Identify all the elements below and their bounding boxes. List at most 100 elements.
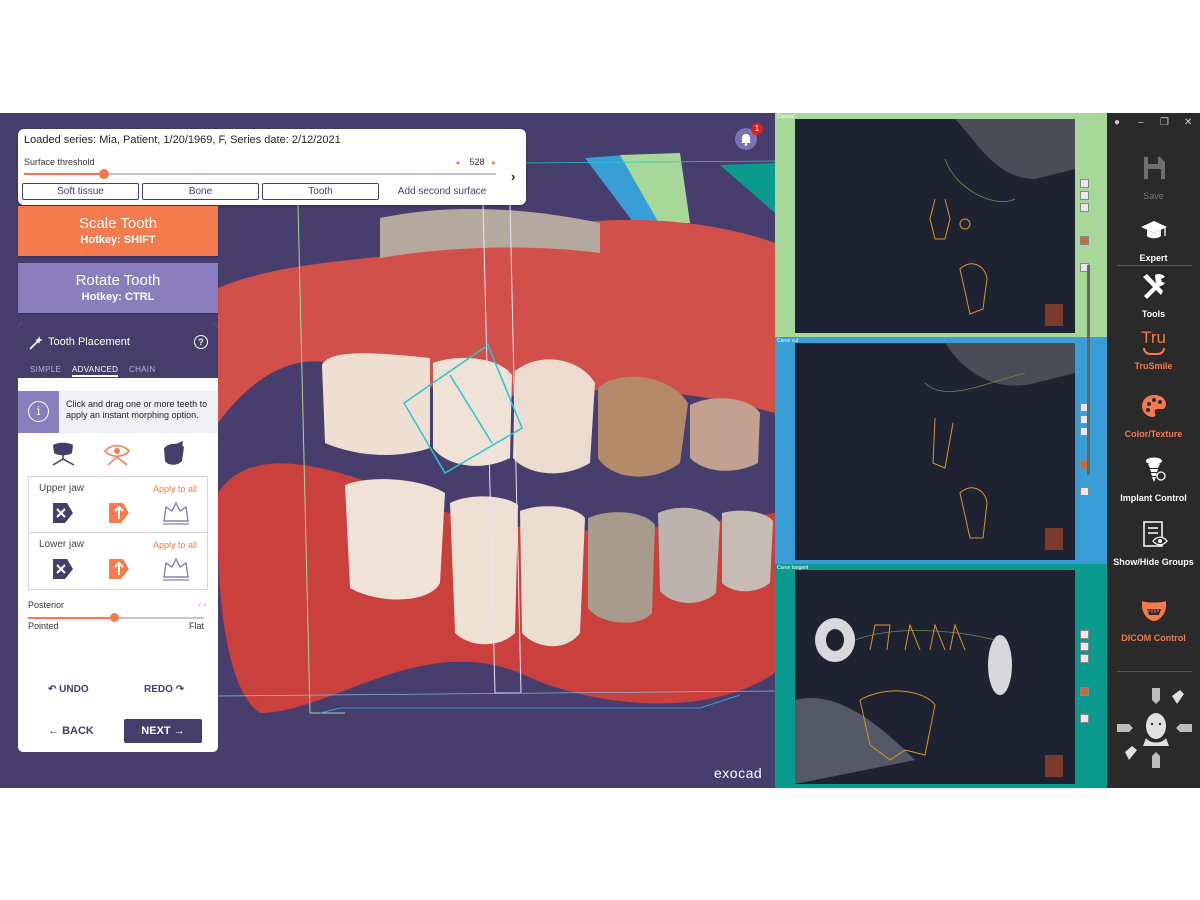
tooth-placement-title: Tooth Placement [48,336,130,348]
minimize-icon[interactable]: – [1138,117,1144,128]
save-icon [1143,157,1165,179]
threshold-label: Surface threshold [24,157,95,167]
upper-jaw-move-icon[interactable] [49,499,77,527]
ct-panel-curve-cut[interactable]: Curve cut [775,337,1107,564]
chevron-right-icon[interactable]: › [511,169,515,184]
ct-tool-1[interactable] [1080,179,1089,188]
tooth-lower-3 [520,506,585,647]
color-texture-button[interactable]: Color/Texture [1107,391,1200,440]
tab-chain[interactable]: CHAIN [129,365,155,374]
posterior-slider-fill [28,617,115,619]
ct-tool-15[interactable] [1080,714,1089,723]
ct-panel-curve-tangent[interactable]: Curve tangent [775,564,1107,788]
exocad-logo: exocad [714,765,763,781]
tooth-upper-3 [513,359,595,474]
tab-simple[interactable]: SIMPLE [30,365,61,374]
trusmile-icon: Tru [1139,328,1169,358]
undo-button[interactable]: ↶ UNDO [48,684,89,695]
implant-control-button[interactable]: Implant Control [1107,455,1200,504]
info-box: i Click and drag one or more teeth to ap… [18,391,218,433]
close-icon[interactable]: ✕ [1184,117,1192,128]
upper-jaw-crown-icon[interactable] [161,499,191,527]
ct-tool-3[interactable] [1080,203,1089,212]
posterior-stepper-icon[interactable]: ‹ › [198,600,206,609]
ct-tool-14[interactable] [1080,687,1089,696]
restore-icon[interactable]: ❐ [1160,117,1169,128]
ct-panel-coronal[interactable]: Coronal [775,113,1107,337]
upper-apply-all-link[interactable]: Apply to all [153,484,197,494]
ct-image-curve-tangent [795,570,1075,784]
tooth-upper-5 [690,398,760,471]
sidebar-scrollbar[interactable] [1087,265,1090,475]
show-hide-groups-button[interactable]: Show/Hide Groups [1107,519,1200,568]
threshold-decrease-icon[interactable]: ◂ [455,158,459,167]
threshold-slider[interactable] [24,169,496,179]
threshold-slider-handle[interactable] [99,169,110,179]
next-label: NEXT [141,725,171,737]
tooth-placement-header: Tooth Placement ? SIMPLE ADVANCED CHAIN [18,323,218,378]
scale-tooth-button[interactable]: Scale Tooth Hotkey: SHIFT [18,206,218,256]
lower-jaw-move-icon[interactable] [49,555,77,583]
posterior-slider[interactable] [28,613,204,622]
view-navigation-icon[interactable] [1117,688,1192,768]
dicom-icon [1141,601,1166,621]
back-label: BACK [62,725,94,737]
upper-jaw-morph-icon[interactable] [105,499,133,527]
expert-button[interactable]: Expert [1107,215,1200,264]
undo-label: UNDO [59,684,89,695]
show-hide-icon [1142,521,1168,547]
eye-morph-icon[interactable] [102,441,132,467]
exocad-window: Loaded series: Mia, Patient, 1/20/1969, … [0,113,1200,788]
ct-tool-11[interactable] [1080,630,1089,639]
trusmile-icon-text: Tru [1141,328,1166,347]
tooth-lower-6 [722,510,773,592]
lower-jaw-morph-icon[interactable] [105,555,133,583]
back-button[interactable]: ← BACK [48,725,94,737]
ct-image-coronal [795,119,1075,333]
lower-jaw-crown-icon[interactable] [161,555,191,583]
show-hide-groups-label: Show/Hide Groups [1113,557,1194,567]
soft-tissue-button[interactable]: Soft tissue [22,183,139,200]
ct-tool-10[interactable] [1080,487,1089,496]
user-icon[interactable]: ● [1114,117,1120,128]
lower-apply-all-link[interactable]: Apply to all [153,540,197,550]
save-button[interactable]: Save [1107,153,1200,202]
ct-label-coronal: Coronal [777,114,795,120]
window-controls: ● – ❐ ✕ [1107,113,1200,135]
ct-tool-2[interactable] [1080,191,1089,200]
tools-button[interactable]: Tools [1107,271,1200,320]
tab-advanced[interactable]: ADVANCED [72,365,119,377]
scale-tooth-hotkey: Hotkey: SHIFT [80,234,156,246]
ct-tool-13[interactable] [1080,654,1089,663]
expert-label: Expert [1139,253,1168,263]
lower-jaw-box: Lower jaw Apply to all [28,533,208,590]
posterior-slider-handle[interactable] [109,613,119,622]
tooth-button[interactable]: Tooth [262,183,379,200]
bone-button[interactable]: Bone [142,183,259,200]
ct-tool-12[interactable] [1080,642,1089,651]
threshold-row: Surface threshold ◂ 528 ▸ [24,157,496,169]
series-title: Loaded series: Mia, Patient, 1/20/1969, … [24,134,341,146]
dicom-control-button[interactable]: DICOM Control [1107,595,1200,644]
pointed-label: Pointed [28,621,59,631]
tooth-lower-4 [588,512,655,623]
next-button[interactable]: NEXT → [124,719,202,743]
threshold-increase-icon[interactable]: ▸ [492,158,496,167]
tooth-upper-crown [598,376,688,477]
3d-viewport[interactable]: Loaded series: Mia, Patient, 1/20/1969, … [0,113,775,788]
redo-button[interactable]: REDO ↷ [144,684,184,695]
threshold-value-box[interactable]: ◂ 528 ▸ [455,157,496,167]
help-icon[interactable]: ? [194,335,208,349]
move-teeth-icon[interactable] [48,441,78,467]
ct-tool-4[interactable] [1080,236,1089,245]
rotate-tooth-hotkey: Hotkey: CTRL [81,291,155,303]
add-second-surface-link[interactable]: Add second surface [390,184,494,199]
rotate-tooth-button[interactable]: Rotate Tooth Hotkey: CTRL [18,263,218,313]
sidebar-divider-2 [1117,671,1192,672]
palette-icon [1141,395,1166,417]
tooth-shape-icon[interactable] [160,441,188,467]
trusmile-button[interactable]: Tru TruSmile [1107,328,1200,372]
arrow-right-icon: → [173,725,185,737]
upper-jaw-label: Upper jaw [39,483,85,494]
cut-plane-teal [720,163,775,213]
